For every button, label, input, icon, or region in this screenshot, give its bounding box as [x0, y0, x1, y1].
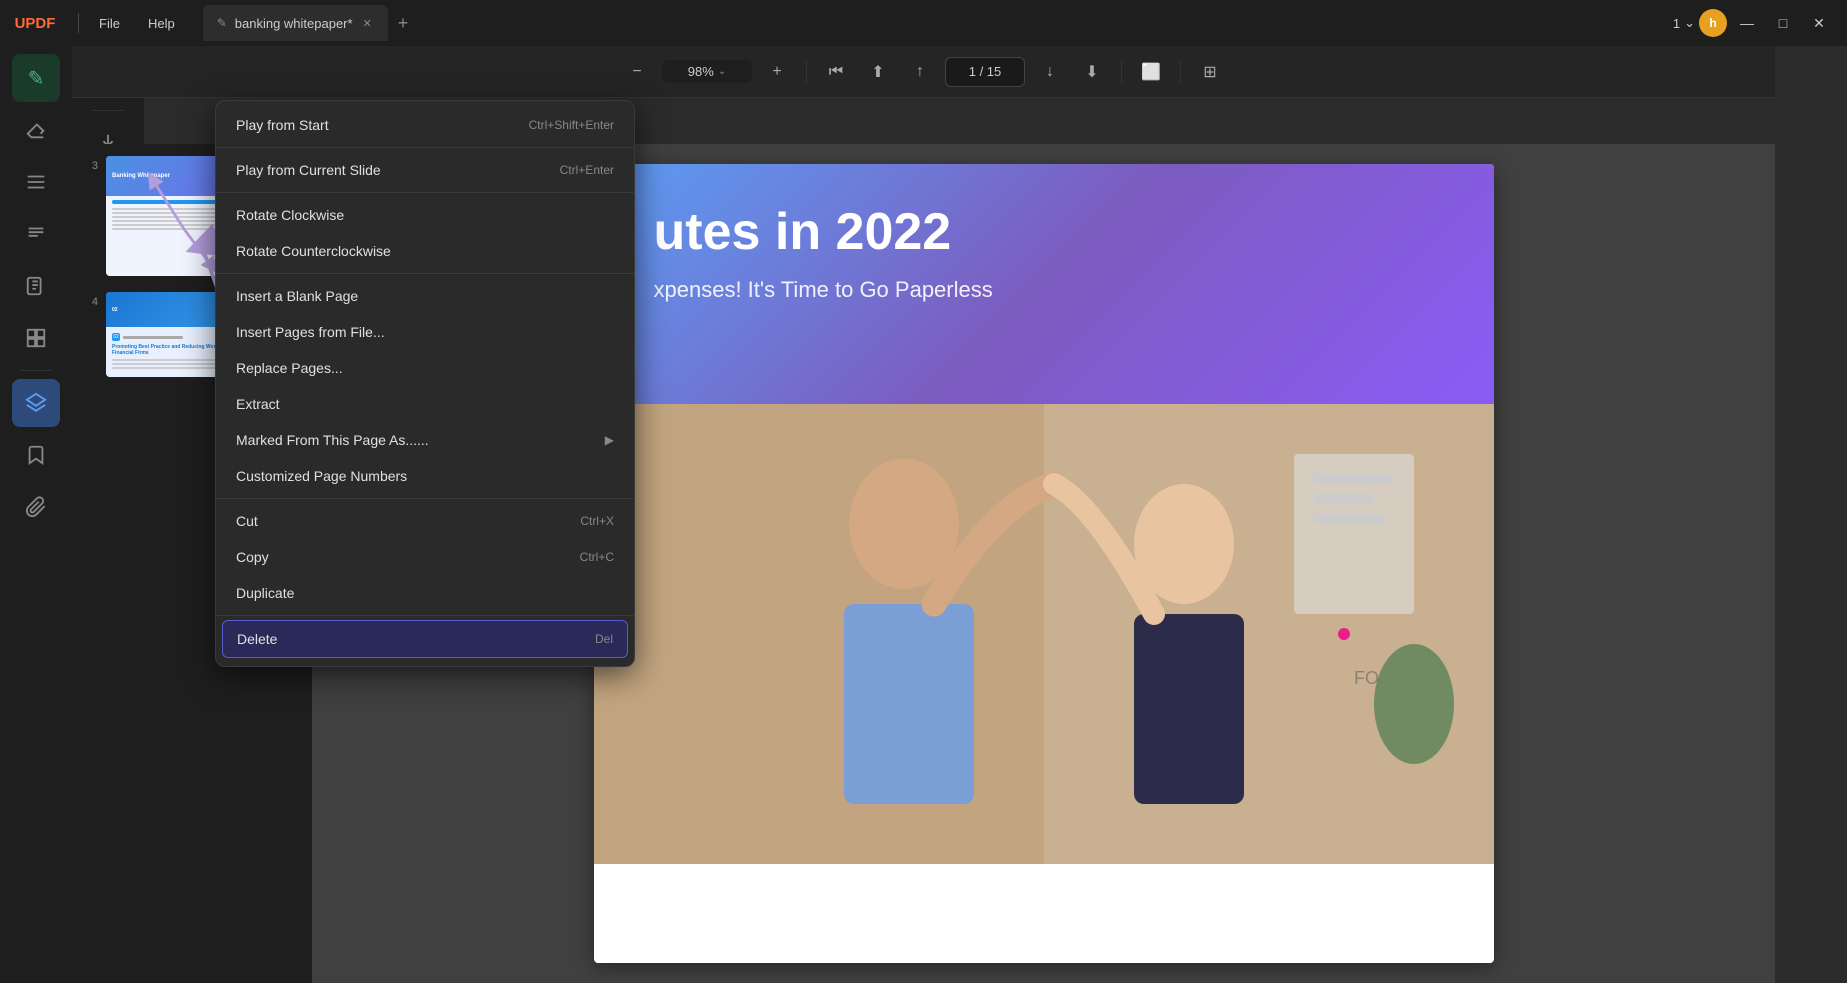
pdf-page: utes in 2022 xpenses! It's Time to Go Pa…	[594, 164, 1494, 963]
context-copy[interactable]: Copy Ctrl+C	[216, 539, 634, 575]
toolbar: − 98% ⌄ + ⏮ ⬆ ↑ 1 / 15 ↓ ⬇ ⬜ ⊞	[72, 46, 1775, 98]
pdf-header-banner: utes in 2022 xpenses! It's Time to Go Pa…	[594, 164, 1494, 404]
sidebar-item-eraser[interactable]	[12, 106, 60, 154]
close-button[interactable]: ✕	[1803, 7, 1835, 39]
context-cut[interactable]: Cut Ctrl+X	[216, 503, 634, 539]
context-cut-label: Cut	[236, 513, 258, 529]
tab-doc-icon: ✎	[217, 16, 227, 30]
context-duplicate-label: Duplicate	[236, 585, 294, 601]
sidebar-item-edit[interactable]: ✎	[12, 54, 60, 102]
svg-text:FO: FO	[1354, 668, 1379, 688]
right-divider-1	[92, 110, 124, 111]
context-play-start-label: Play from Start	[236, 117, 329, 133]
context-play-from-start[interactable]: Play from Start Ctrl+Shift+Enter	[216, 107, 634, 143]
maximize-button[interactable]: □	[1767, 7, 1799, 39]
menu-file[interactable]: File	[87, 12, 132, 35]
zoom-in-button[interactable]: +	[760, 55, 794, 89]
zoom-dropdown-icon[interactable]: ⌄	[718, 66, 726, 77]
context-cut-shortcut: Ctrl+X	[580, 514, 614, 528]
context-marked-label: Marked From This Page As......	[236, 432, 429, 448]
context-insert-from-file[interactable]: Insert Pages from File...	[216, 314, 634, 350]
menu-help[interactable]: Help	[136, 12, 187, 35]
context-delete-label: Delete	[237, 631, 277, 647]
add-tab-button[interactable]: +	[388, 9, 419, 38]
separator-2	[216, 192, 634, 193]
context-delete-shortcut: Del	[595, 632, 613, 646]
user-avatar[interactable]: h	[1699, 9, 1727, 37]
context-play-current-label: Play from Current Slide	[236, 162, 381, 178]
prev-page-up-button[interactable]: ⬆	[861, 55, 895, 89]
separator-5	[216, 615, 634, 616]
title-bar-controls: 1 ⌄ h — □ ✕	[1673, 7, 1835, 39]
context-replace-pages[interactable]: Replace Pages...	[216, 350, 634, 386]
tab-close-button[interactable]: ✕	[361, 15, 374, 32]
menu-bar: File Help	[87, 12, 187, 35]
sidebar-item-bookmark[interactable]	[12, 431, 60, 479]
pdf-image-section: FO	[594, 404, 1494, 864]
context-insert-file-label: Insert Pages from File...	[236, 324, 385, 340]
zoom-out-button[interactable]: −	[620, 55, 654, 89]
pdf-subtitle: xpenses! It's Time to Go Paperless	[654, 277, 1434, 303]
tab-title: banking whitepaper*	[235, 16, 353, 31]
divider-1	[78, 13, 79, 33]
tab-banking-whitepaper[interactable]: ✎ banking whitepaper* ✕	[203, 5, 388, 41]
context-copy-shortcut: Ctrl+C	[580, 550, 614, 564]
context-replace-label: Replace Pages...	[236, 360, 343, 376]
context-copy-label: Copy	[236, 549, 269, 565]
split-view-button[interactable]: ⊞	[1193, 55, 1227, 89]
context-play-current-shortcut: Ctrl+Enter	[560, 163, 614, 177]
minimize-button[interactable]: —	[1731, 7, 1763, 39]
context-duplicate[interactable]: Duplicate	[216, 575, 634, 611]
first-page-button[interactable]: ⏮	[819, 55, 853, 89]
context-play-start-shortcut: Ctrl+Shift+Enter	[529, 118, 614, 132]
thumb-number-4: 4	[84, 296, 98, 308]
page-input[interactable]: 1 / 15	[945, 57, 1025, 87]
context-menu: Play from Start Ctrl+Shift+Enter Play fr…	[215, 100, 635, 667]
title-bar: UPDF File Help ✎ banking whitepaper* ✕ +…	[0, 0, 1847, 46]
context-delete[interactable]: Delete Del	[222, 620, 628, 658]
context-rotate-clockwise[interactable]: Rotate Clockwise	[216, 197, 634, 233]
separator-4	[216, 498, 634, 499]
zoom-control[interactable]: 98% ⌄	[662, 60, 752, 83]
page-count-display: 1 ⌄	[1673, 15, 1695, 31]
context-play-current-slide[interactable]: Play from Current Slide Ctrl+Enter	[216, 152, 634, 188]
separator-1	[216, 147, 634, 148]
context-rotate-ccw-label: Rotate Counterclockwise	[236, 243, 391, 259]
sidebar-item-layers[interactable]	[12, 379, 60, 427]
context-rotate-counterclockwise[interactable]: Rotate Counterclockwise	[216, 233, 634, 269]
context-extract-label: Extract	[236, 396, 280, 412]
toolbar-divider-1	[806, 60, 807, 84]
next-page-button[interactable]: ↓	[1033, 55, 1067, 89]
thumb-number-3: 3	[84, 160, 98, 172]
prev-page-button[interactable]: ↑	[903, 55, 937, 89]
context-customized-page-numbers[interactable]: Customized Page Numbers	[216, 458, 634, 494]
presentation-button[interactable]: ⬜	[1134, 55, 1168, 89]
context-custom-page-label: Customized Page Numbers	[236, 468, 407, 484]
context-insert-blank-page[interactable]: Insert a Blank Page	[216, 278, 634, 314]
toolbar-divider-2	[1121, 60, 1122, 84]
sidebar-item-edit-doc[interactable]	[12, 262, 60, 310]
left-sidebar: ✎	[0, 46, 72, 983]
context-extract[interactable]: Extract	[216, 386, 634, 422]
pdf-title: utes in 2022	[654, 204, 1434, 261]
zoom-level-display: 98%	[688, 64, 714, 79]
tab-bar: ✎ banking whitepaper* ✕ +	[203, 5, 1673, 41]
context-insert-blank-label: Insert a Blank Page	[236, 288, 358, 304]
next-page-down-button[interactable]: ⬇	[1075, 55, 1109, 89]
toolbar-divider-3	[1180, 60, 1181, 84]
sidebar-item-list[interactable]	[12, 158, 60, 206]
sidebar-item-attachment[interactable]	[12, 483, 60, 531]
current-page: 1	[1673, 16, 1680, 31]
context-arrow-icon: ▶	[605, 433, 614, 447]
context-marked-from-page[interactable]: Marked From This Page As...... ▶	[216, 422, 634, 458]
left-sidebar-divider	[20, 370, 52, 371]
separator-3	[216, 273, 634, 274]
updf-logo: UPDF	[0, 0, 70, 46]
sidebar-item-text[interactable]	[12, 210, 60, 258]
context-rotate-cw-label: Rotate Clockwise	[236, 207, 344, 223]
page-chevron[interactable]: ⌄	[1684, 15, 1695, 31]
sidebar-item-layout[interactable]	[12, 314, 60, 362]
